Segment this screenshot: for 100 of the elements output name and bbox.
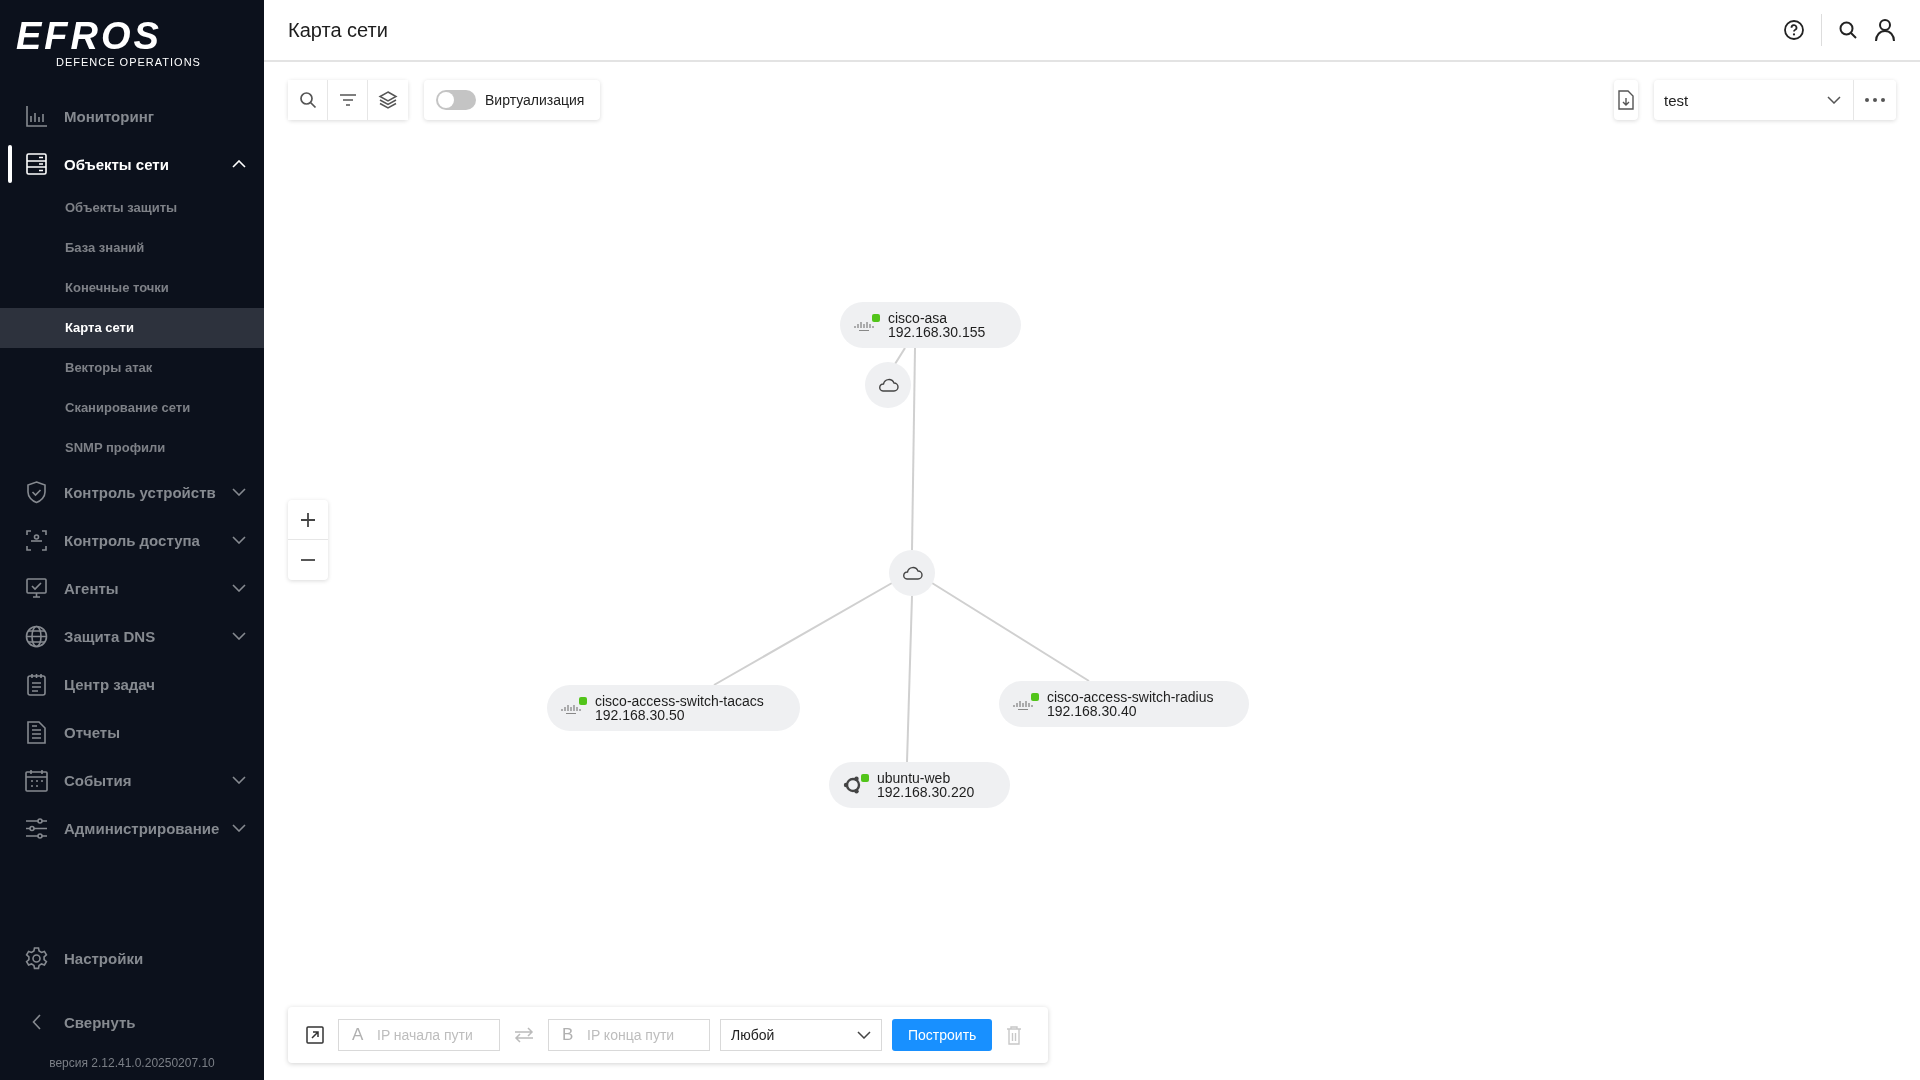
device-node[interactable]: ubuntu-web 192.168.30.220 — [829, 762, 1011, 808]
sidebar-item-label: Мониторинг — [64, 107, 155, 125]
sidebar-subitem[interactable]: Объекты защиты — [0, 188, 264, 228]
filter-button[interactable] — [328, 80, 368, 120]
device-ip: 192.168.30.155 — [888, 325, 986, 339]
chevron-down-icon — [232, 488, 246, 496]
scan-icon — [24, 527, 49, 553]
plus-icon — [300, 511, 316, 528]
sidebar-item-label: Агенты — [64, 579, 120, 597]
layers-button[interactable] — [368, 80, 408, 120]
sidebar-item[interactable]: Объекты сети — [0, 140, 264, 188]
file-download-icon — [1618, 90, 1634, 110]
chevron-down-icon — [232, 632, 246, 640]
settings-icon — [24, 945, 49, 971]
sidebar-item-label: Объекты сети — [64, 155, 170, 173]
more-button[interactable] — [1854, 80, 1896, 120]
sidebar-item[interactable]: Отчеты — [0, 708, 264, 756]
sidebar-item-label: Контроль доступа — [64, 531, 201, 549]
device-ip: 192.168.30.40 — [1047, 704, 1138, 718]
chevron-down-icon — [232, 824, 246, 832]
filter-icon — [338, 93, 357, 107]
sidebar-subitem[interactable]: Конечные точки — [0, 268, 264, 308]
notepad-icon — [24, 671, 49, 697]
cloud-icon — [877, 377, 899, 393]
monitor-icon — [24, 575, 49, 601]
trash-icon — [1006, 1025, 1023, 1045]
bars-logo-icon — [1013, 698, 1033, 710]
network-node[interactable] — [889, 550, 935, 596]
download-button[interactable] — [1614, 80, 1638, 120]
search-icon — [298, 91, 317, 109]
chevron-down-icon — [232, 536, 246, 544]
device-node[interactable]: cisco-access-switch-tacacs 192.168.30.50 — [547, 685, 800, 731]
calendar-icon — [24, 767, 49, 793]
sidebar-item-label: Контроль устройств — [64, 483, 217, 501]
shield-icon — [24, 479, 49, 505]
more-icon — [1865, 98, 1885, 102]
help-icon[interactable] — [1783, 19, 1805, 41]
sidebar-item-label: Администрирование — [64, 819, 221, 837]
sidebar-subitem[interactable]: SNMP профили — [0, 428, 264, 468]
protocol-value: Любой — [731, 1027, 775, 1043]
virtualization-switch[interactable] — [436, 90, 476, 110]
field-prefix: B — [562, 1025, 574, 1045]
chevron-down-icon — [857, 1031, 871, 1039]
network-node[interactable] — [865, 362, 911, 408]
sidebar-item[interactable]: Администрирование — [0, 804, 264, 852]
user-icon[interactable] — [1874, 18, 1896, 42]
sidebar-item[interactable]: Контроль устройств — [0, 468, 264, 516]
globe-icon — [24, 623, 49, 649]
field-prefix: A — [352, 1025, 364, 1045]
sidebar-item-label: Отчеты — [64, 723, 122, 741]
document-icon — [24, 719, 49, 745]
sidebar-subitem[interactable]: Векторы атак — [0, 348, 264, 388]
device-name: cisco-access-switch-tacacs — [595, 694, 764, 708]
sidebar-item-label: События — [64, 771, 133, 789]
settings-item[interactable]: Настройки — [0, 934, 264, 982]
device-node[interactable]: cisco-access-switch-radius 192.168.30.40 — [999, 681, 1250, 727]
bars-logo-icon — [854, 319, 874, 331]
version-text: версия 2.12.41.0.20250207.10 — [48, 1055, 216, 1072]
sidebar-item-label: Защита DNS — [64, 627, 157, 645]
connector-line — [894, 347, 906, 365]
sidebar-item[interactable]: Защита DNS — [0, 612, 264, 660]
expand-icon — [306, 1026, 324, 1044]
device-name: cisco-access-switch-radius — [1047, 690, 1214, 704]
sidebar-item[interactable]: Мониторинг — [0, 92, 264, 140]
chevron-left-icon — [32, 1014, 41, 1030]
sidebar-item[interactable]: Агенты — [0, 564, 264, 612]
virtualization-label: Виртуализация — [485, 92, 585, 108]
ring-dots-icon — [843, 775, 863, 795]
sidebar-item[interactable]: Контроль доступа — [0, 516, 264, 564]
settings-label: Настройки — [64, 949, 145, 967]
map-select-value: test — [1664, 91, 1689, 109]
minus-icon — [300, 559, 316, 561]
collapse-label: Свернуть — [64, 1013, 137, 1031]
device-name: ubuntu-web — [877, 771, 952, 785]
server-icon — [24, 151, 49, 177]
logo-wordmark: EFROS — [16, 18, 163, 54]
sidebar-item-label: Центр задач — [64, 675, 157, 693]
chevron-up-icon — [232, 160, 246, 168]
page-title: Карта сети — [288, 18, 389, 42]
chart-icon — [24, 103, 49, 129]
sidebar-item[interactable]: События — [0, 756, 264, 804]
device-node[interactable]: cisco-asa 192.168.30.155 — [840, 302, 1022, 348]
swap-icon — [514, 1027, 534, 1043]
build-button[interactable]: Построить — [892, 1019, 993, 1051]
search-icon[interactable] — [1838, 20, 1858, 40]
sliders-icon — [24, 815, 49, 841]
sidebar-item[interactable]: Центр задач — [0, 660, 264, 708]
logo-tagline: DEFENCE OPERATIONS — [56, 56, 202, 68]
search-button[interactable] — [288, 80, 328, 120]
chevron-down-icon — [232, 584, 246, 592]
chevron-down-icon — [232, 776, 246, 784]
collapse-item[interactable]: Свернуть — [0, 998, 264, 1046]
sidebar-subitem[interactable]: База знаний — [0, 228, 264, 268]
cloud-icon — [901, 565, 923, 581]
layers-icon — [378, 90, 398, 110]
sidebar-subitem[interactable]: Карта сети — [0, 308, 264, 348]
device-name: cisco-asa — [888, 311, 949, 325]
sidebar-subitem[interactable]: Сканирование сети — [0, 388, 264, 428]
protocol-select[interactable]: Любой — [720, 1019, 882, 1051]
chevron-down-icon — [1827, 96, 1841, 104]
